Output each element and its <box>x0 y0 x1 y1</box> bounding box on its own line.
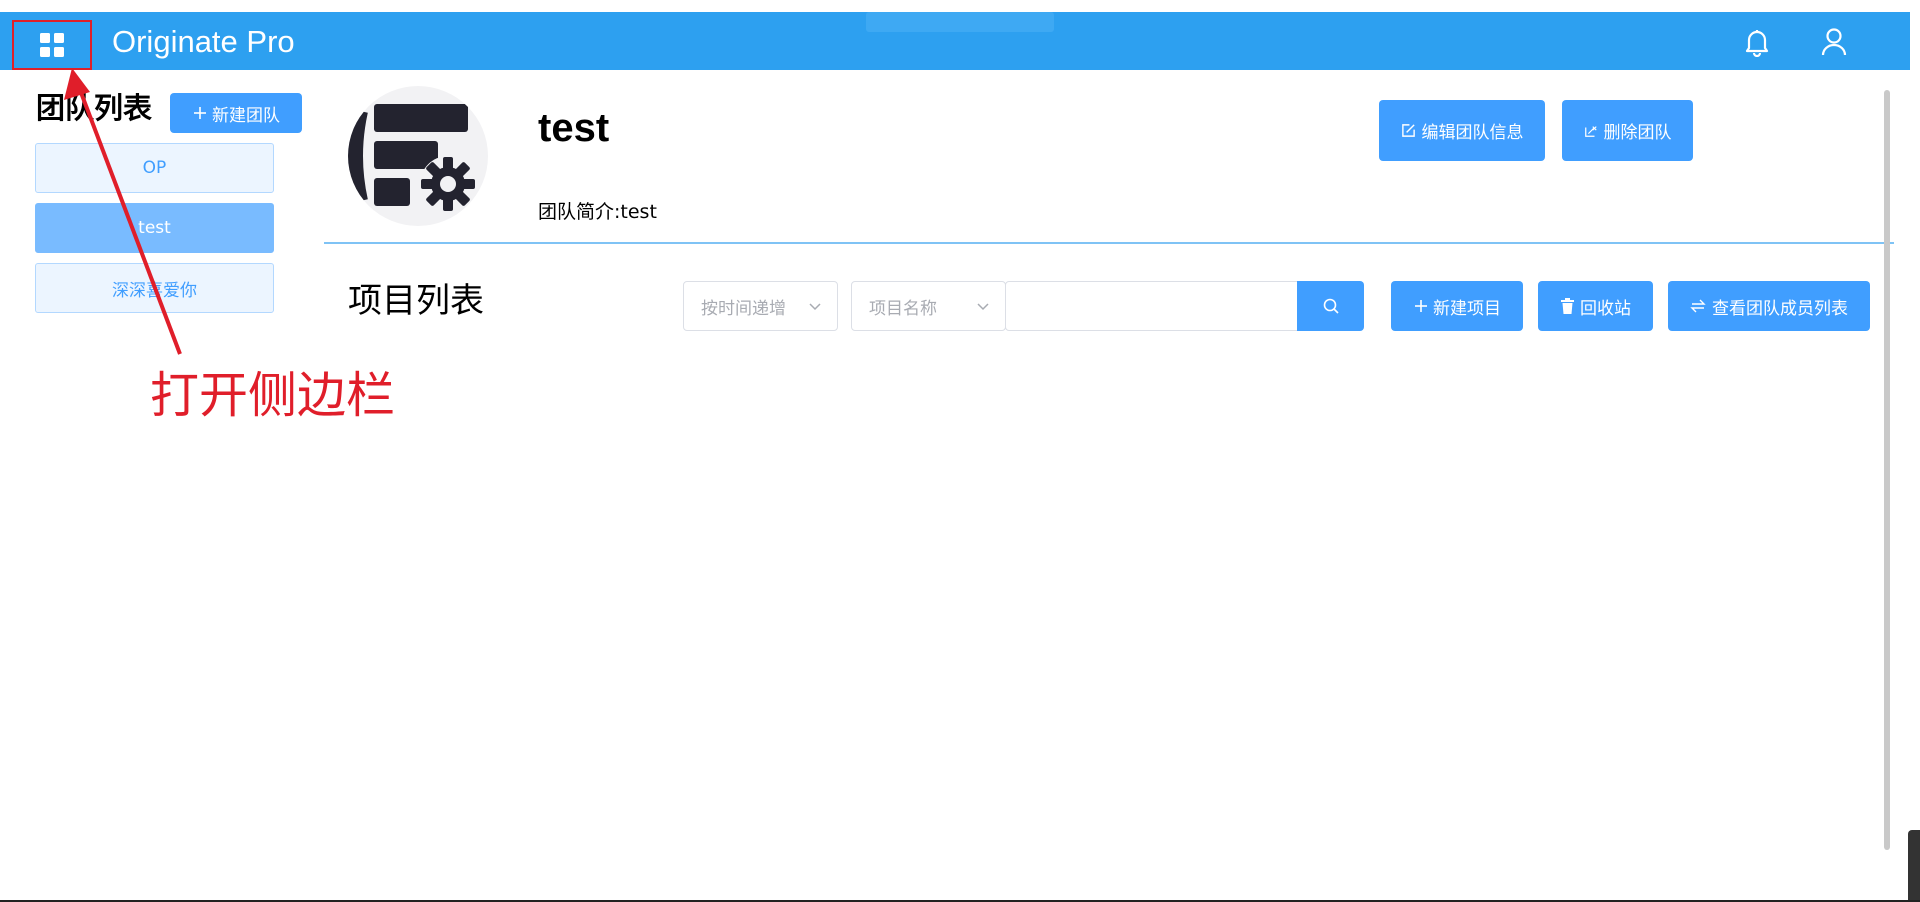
top-drag-handle <box>866 12 1054 32</box>
team-members-label: 查看团队成员列表 <box>1712 298 1848 319</box>
server-settings-icon <box>348 86 476 226</box>
project-search-input[interactable] <box>1005 281 1298 331</box>
new-team-label: 新建团队 <box>212 105 280 126</box>
new-project-label: 新建项目 <box>1433 298 1501 319</box>
switch-icon <box>1690 299 1706 313</box>
chevron-down-icon <box>809 303 821 311</box>
vertical-scrollbar[interactable] <box>1884 90 1890 850</box>
section-divider <box>324 242 1894 244</box>
search-button[interactable] <box>1297 281 1364 331</box>
user-icon <box>1821 28 1847 56</box>
recycle-bin-label: 回收站 <box>1580 298 1631 319</box>
chevron-down-icon <box>977 303 989 311</box>
plus-icon <box>1415 300 1427 312</box>
field-select[interactable]: 项目名称 <box>851 281 1006 331</box>
team-avatar <box>348 86 488 226</box>
field-select-placeholder: 项目名称 <box>869 298 937 319</box>
notifications-button[interactable] <box>1741 26 1773 58</box>
team-members-button[interactable]: 查看团队成员列表 <box>1668 281 1870 331</box>
team-description: 团队简介:test <box>538 201 657 223</box>
delete-team-label: 删除团队 <box>1603 123 1672 143</box>
edit-team-button[interactable]: 编辑团队信息 <box>1379 100 1545 161</box>
project-list-title: 项目列表 <box>348 281 484 321</box>
recycle-bin-button[interactable]: 回收站 <box>1538 281 1653 331</box>
annotation-arrow <box>64 68 182 355</box>
search-icon <box>1323 298 1339 314</box>
team-name: test <box>538 106 610 150</box>
trash-icon <box>1561 298 1574 314</box>
new-project-button[interactable]: 新建项目 <box>1391 281 1523 331</box>
bell-icon <box>1745 30 1769 57</box>
sort-select-placeholder: 按时间递增 <box>701 298 786 319</box>
corner-widget <box>1908 830 1920 902</box>
edit-icon <box>1401 124 1415 137</box>
delete-team-button[interactable]: 删除团队 <box>1562 100 1693 161</box>
remove-icon <box>1584 125 1597 137</box>
sort-select[interactable]: 按时间递增 <box>683 281 838 331</box>
user-menu-button[interactable] <box>1818 26 1850 58</box>
edit-team-label: 编辑团队信息 <box>1421 123 1524 143</box>
